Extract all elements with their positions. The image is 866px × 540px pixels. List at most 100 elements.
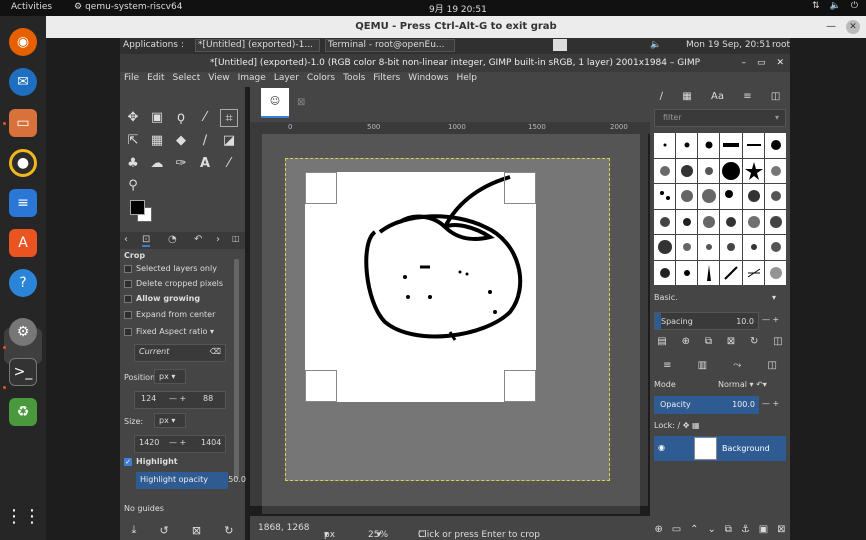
tab-device-status-icon[interactable]: ◔ [168, 234, 177, 245]
brush-set-select[interactable]: Basic. ▾ [654, 293, 776, 302]
patterns-tab-icon[interactable]: ▦ [682, 91, 691, 102]
expand-from-center-option[interactable]: Expand from center [124, 310, 215, 319]
brush-item[interactable] [742, 133, 764, 158]
taskbar-terminal[interactable]: Terminal - root@openEu... [325, 39, 455, 52]
menu-layer[interactable]: Layer [270, 72, 303, 87]
documents-tab-icon[interactable]: ≡ [743, 91, 751, 102]
brush-item[interactable] [720, 260, 742, 285]
workspace-switcher[interactable] [553, 39, 567, 51]
crop-handle-top-left[interactable] [305, 172, 337, 204]
brush-item[interactable] [720, 158, 742, 183]
eye-icon[interactable]: ◉ [658, 443, 665, 452]
crop-handle-bottom-left[interactable] [305, 370, 337, 402]
brushes-tab-icon[interactable]: ∕ [660, 91, 663, 102]
qemu-settings-icon[interactable]: ⚙ [9, 318, 37, 346]
stepper-icon[interactable]: — + [169, 394, 186, 403]
close-icon[interactable]: ✕ [776, 54, 784, 72]
lasso-tool-icon[interactable]: ϙ [172, 109, 190, 127]
dock-menu-icon[interactable]: ◫ [767, 360, 776, 371]
horizontal-ruler[interactable]: 0 500 1000 1500 2000 [250, 122, 650, 134]
checkbox[interactable] [124, 264, 132, 273]
activities-button[interactable]: Activities [11, 2, 52, 12]
delete-cropped-option[interactable]: Delete cropped pixels [124, 279, 223, 288]
delete-layer-icon[interactable]: ⊠ [777, 524, 785, 535]
volume-icon[interactable]: 🔈 [650, 40, 661, 50]
delete-options-icon[interactable]: ⊠ [192, 524, 201, 537]
minimize-icon[interactable]: — [826, 16, 836, 38]
new-group-icon[interactable]: ▭ [672, 524, 681, 535]
tab-menu-icon[interactable]: ◫ [232, 234, 240, 243]
brush-item[interactable] [742, 209, 764, 234]
brush-item[interactable] [764, 209, 786, 234]
paths-tool-icon[interactable]: ✑ [172, 155, 190, 173]
brush-item[interactable] [720, 184, 742, 209]
opacity-stepper[interactable]: — + [762, 399, 779, 408]
eraser-icon[interactable]: ◪ [220, 132, 238, 150]
paths-tab-icon[interactable]: ⤳ [733, 360, 741, 371]
tab-scroll-left-icon[interactable]: ‹ [124, 234, 128, 245]
foreground-color[interactable] [130, 200, 145, 215]
stepper-icon[interactable]: — + [169, 438, 186, 447]
brush-item[interactable] [698, 158, 720, 183]
brush-item[interactable] [654, 158, 676, 183]
checkbox[interactable] [124, 279, 132, 288]
brush-item[interactable] [742, 184, 764, 209]
brush-item[interactable] [720, 235, 742, 260]
duplicate-layer-icon[interactable]: ⧉ [725, 524, 732, 535]
lock-alpha-icon[interactable]: ▦ [692, 421, 700, 430]
position-fields[interactable]: 124 — + 88 [134, 391, 226, 409]
crop-handle-bottom-right[interactable] [504, 370, 536, 402]
checkbox[interactable] [124, 310, 132, 319]
crop-handle-top-right[interactable] [504, 172, 536, 204]
restore-options-icon[interactable]: ↺ [160, 524, 169, 537]
brush-item[interactable] [698, 260, 720, 285]
layers-tab-icon[interactable]: ≡ [663, 360, 671, 371]
reset-options-icon[interactable]: ↻ [224, 524, 233, 537]
size-fields[interactable]: 1420 — + 1404 [134, 435, 226, 453]
brush-item[interactable] [698, 184, 720, 209]
maximize-icon[interactable]: ▭ [757, 54, 766, 72]
thunderbird-icon[interactable]: ✉ [9, 68, 37, 96]
size-height[interactable]: 1404 [201, 438, 221, 447]
highlight-opacity-slider[interactable]: Highlight opacity 50.0 [136, 472, 246, 489]
brush-item[interactable] [698, 209, 720, 234]
lock-position-icon[interactable]: ✥ [683, 421, 690, 430]
guest-user[interactable]: root [772, 40, 790, 50]
position-unit-select[interactable]: px ▾ [154, 369, 186, 384]
paintbrush-icon[interactable]: ∕ [196, 132, 214, 150]
anchor-layer-icon[interactable]: ⚓ [741, 524, 750, 535]
app-menu[interactable]: ⚙ qemu-system-riscv64 [74, 2, 182, 12]
menu-view[interactable]: View [204, 72, 233, 87]
close-icon[interactable]: ✕ [846, 20, 860, 34]
image-tab-thumbnail[interactable]: ☺ [261, 88, 289, 118]
brush-item[interactable] [764, 260, 786, 285]
text-tool-icon[interactable]: A [196, 155, 214, 173]
delete-brush-icon[interactable]: ⊠ [727, 336, 735, 347]
size-width[interactable]: 1420 [139, 438, 159, 447]
tab-undo-history-icon[interactable]: ↶ [194, 234, 202, 245]
rhythmbox-icon[interactable]: ● [9, 149, 37, 177]
clock[interactable]: 9月 19 20:51 [429, 2, 487, 15]
transform-tool-icon[interactable]: ⇱ [124, 132, 142, 150]
save-options-icon[interactable]: ⤓ [132, 523, 137, 537]
guides-select[interactable]: No guides [124, 504, 164, 513]
zoom-select[interactable]: 25% ▾ [368, 523, 388, 540]
canvas-horizontal-scrollbar[interactable] [262, 506, 640, 514]
smudge-tool-icon[interactable]: ☁ [148, 155, 166, 173]
brush-item[interactable] [742, 235, 764, 260]
menu-tools[interactable]: Tools [339, 72, 369, 87]
applications-menu[interactable]: Applications : [123, 40, 184, 50]
opacity-slider[interactable]: Opacity 100.0 [654, 396, 759, 414]
menu-filters[interactable]: Filters [369, 72, 404, 87]
fuzzy-select-tool-icon[interactable]: ⁄ [196, 109, 214, 127]
raise-layer-icon[interactable]: ⌃ [690, 524, 698, 535]
vertical-ruler[interactable] [250, 134, 262, 506]
checkbox-checked[interactable]: ✓ [124, 457, 132, 466]
show-apps-icon[interactable]: ⋮⋮ [5, 502, 41, 530]
brush-grid[interactable] [654, 133, 786, 285]
brush-item[interactable] [764, 184, 786, 209]
dock-menu-icon[interactable]: ◫ [771, 91, 780, 102]
brush-item[interactable] [764, 133, 786, 158]
brush-item[interactable] [676, 260, 698, 285]
channels-tab-icon[interactable]: ▥ [698, 360, 707, 371]
